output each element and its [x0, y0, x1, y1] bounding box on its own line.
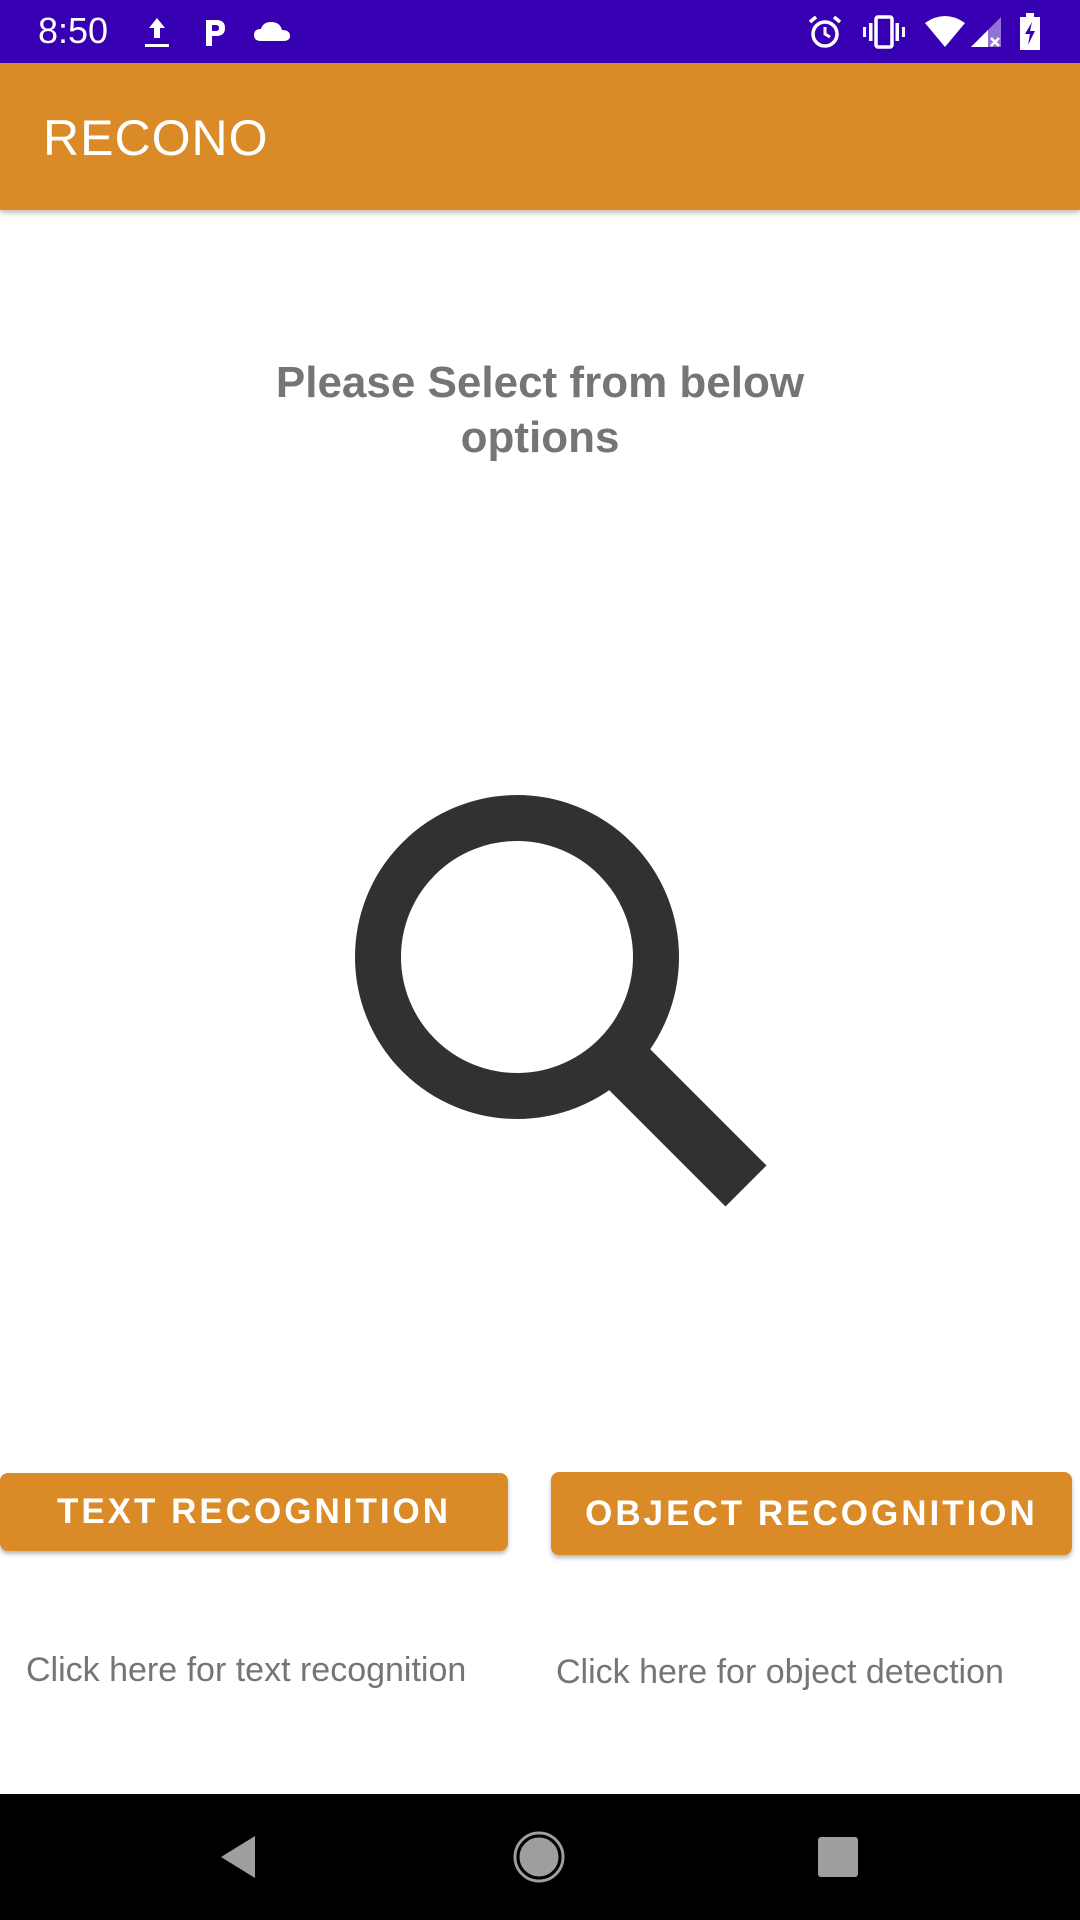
- wifi-icon: [924, 12, 966, 52]
- upload-icon: [142, 12, 172, 52]
- app-screen: 8:50 RECONO Please Select from below opt…: [0, 0, 1080, 1920]
- app-bar: RECONO: [0, 63, 1080, 210]
- home-icon[interactable]: [504, 1822, 574, 1892]
- object-recognition-button[interactable]: OBJECT RECOGNITION: [551, 1472, 1072, 1555]
- text-recognition-button-label: TEXT RECOGNITION: [56, 1492, 452, 1531]
- parking-icon: [200, 12, 230, 52]
- back-icon[interactable]: [203, 1822, 273, 1892]
- object-recognition-button-label: OBJECT RECOGNITION: [585, 1493, 1038, 1533]
- object-recognition-caption: Click here for object detection: [556, 1653, 1004, 1691]
- recents-icon[interactable]: [803, 1822, 873, 1892]
- alarm-icon: [806, 12, 844, 52]
- text-recognition-caption: Click here for text recognition: [26, 1651, 467, 1689]
- cloud-icon: [252, 12, 292, 52]
- signal-icon: [968, 12, 1004, 52]
- search-icon: [350, 790, 770, 1210]
- text-recognition-button[interactable]: TEXT RECOGNITION: [0, 1473, 508, 1551]
- vibrate-icon: [862, 12, 906, 52]
- status-bar: 8:50: [0, 0, 1080, 63]
- instruction-text: Please Select from below options: [275, 358, 805, 462]
- app-title: RECONO: [43, 110, 269, 166]
- navigation-bar: [0, 1794, 1080, 1920]
- status-time: 8:50: [38, 10, 109, 51]
- battery-charging-icon: [1016, 12, 1044, 52]
